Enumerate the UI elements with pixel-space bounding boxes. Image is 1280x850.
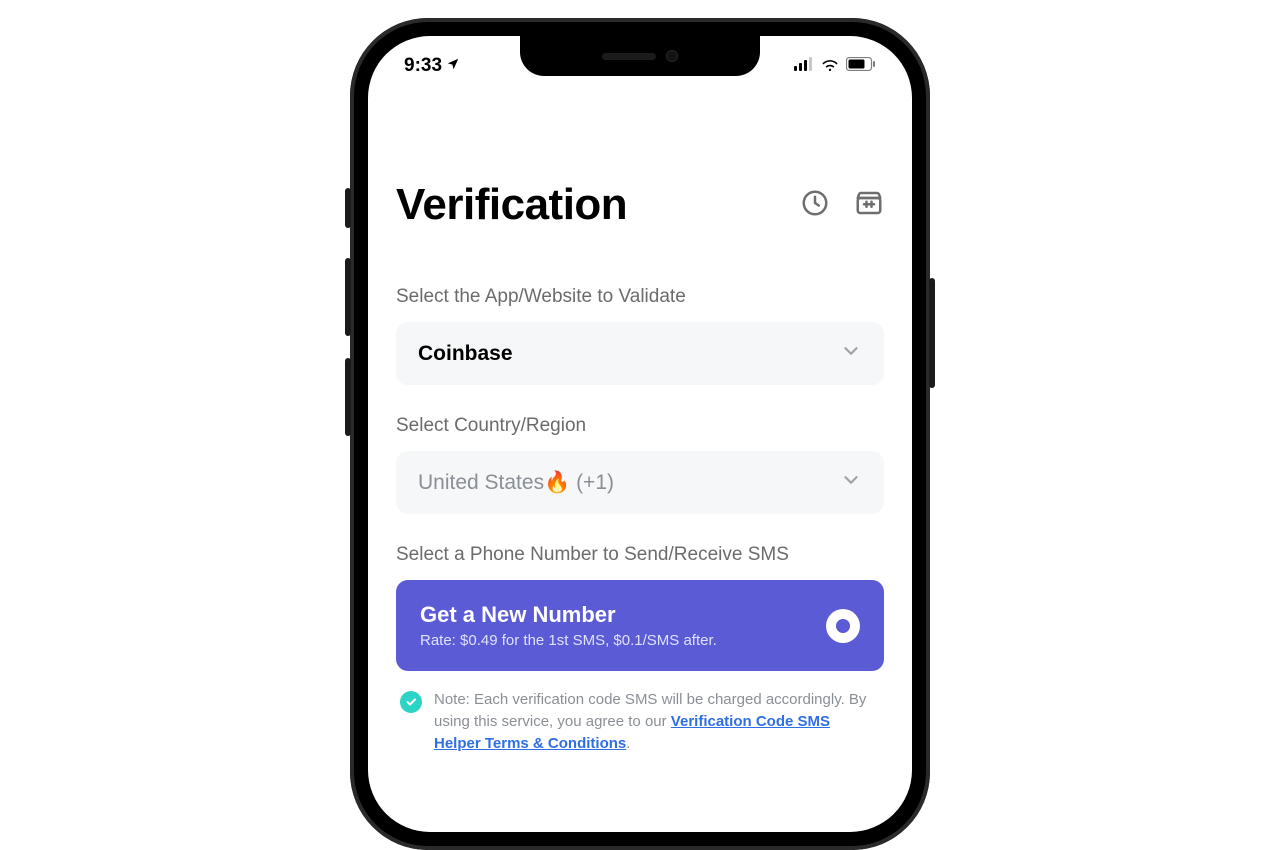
new-number-title: Get a New Number	[420, 602, 717, 628]
select-app-label: Select the App/Website to Validate	[396, 286, 884, 308]
country-select[interactable]: United States🔥 (+1)	[396, 451, 884, 514]
side-button-volume-down	[345, 358, 351, 436]
country-select-value: United States🔥 (+1)	[418, 471, 614, 495]
phone-frame: 9:33	[350, 18, 930, 850]
archive-icon[interactable]	[854, 188, 884, 223]
cellular-signal-icon	[794, 55, 814, 77]
battery-icon	[846, 55, 876, 77]
screen: 9:33	[368, 36, 912, 832]
side-button-mute	[345, 188, 351, 228]
radio-selected-icon	[826, 609, 860, 643]
note-text: Note: Each verification code SMS will be…	[434, 689, 880, 754]
new-number-rate: Rate: $0.49 for the 1st SMS, $0.1/SMS af…	[420, 632, 717, 649]
wifi-icon	[820, 55, 840, 77]
select-phone-label: Select a Phone Number to Send/Receive SM…	[396, 544, 884, 566]
front-camera	[666, 50, 678, 62]
app-select[interactable]: Coinbase	[396, 322, 884, 385]
check-circle-icon	[400, 691, 422, 713]
page-title: Verification	[396, 180, 627, 230]
side-button-volume-up	[345, 258, 351, 336]
fire-emoji-icon: 🔥	[544, 471, 570, 494]
side-button-power	[929, 278, 935, 388]
select-country-label: Select Country/Region	[396, 415, 884, 437]
status-time: 9:33	[404, 55, 442, 77]
get-new-number-button[interactable]: Get a New Number Rate: $0.49 for the 1st…	[396, 580, 884, 671]
notch	[520, 36, 760, 76]
history-icon[interactable]	[800, 188, 830, 223]
speaker-grille	[602, 53, 656, 60]
chevron-down-icon	[840, 469, 862, 496]
chevron-down-icon	[840, 340, 862, 367]
note-row: Note: Each verification code SMS will be…	[396, 689, 884, 754]
app-select-value: Coinbase	[418, 342, 513, 366]
location-arrow-icon	[446, 55, 460, 77]
